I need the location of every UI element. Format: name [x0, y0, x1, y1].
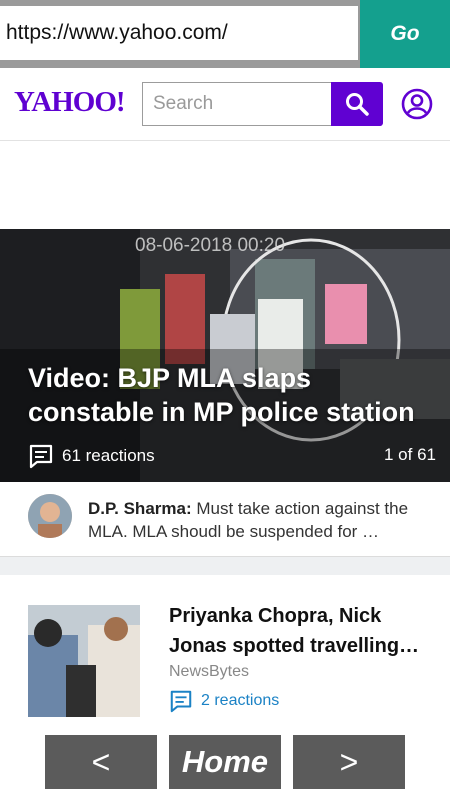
browser-toolbar: https://www.yahoo.com/ Go: [0, 0, 450, 68]
article-title[interactable]: Priyanka Chopra, Nick Jonas spotted trav…: [169, 601, 429, 661]
url-input[interactable]: https://www.yahoo.com/: [0, 6, 358, 60]
hero-timestamp-overlay: 08-06-2018 00:20: [135, 235, 285, 256]
comment-text: D.P. Sharma: Must take action against th…: [88, 497, 438, 543]
comment-bubble-icon: [29, 444, 53, 469]
site-header: YAHOO! Search: [0, 68, 450, 141]
commenter-avatar: [28, 494, 72, 538]
search-icon: [346, 93, 369, 116]
article-source: NewsBytes: [169, 663, 250, 680]
comment-bubble-icon: [170, 690, 192, 713]
article-reactions[interactable]: 2 reactions: [169, 689, 279, 713]
back-button[interactable]: <: [45, 735, 157, 789]
top-comment[interactable]: D.P. Sharma: Must take action against th…: [0, 482, 450, 557]
hero-story[interactable]: 08-06-2018 00:20 Video: BJP MLA slaps co…: [0, 229, 450, 482]
forward-button[interactable]: >: [293, 735, 405, 789]
home-button[interactable]: Home: [169, 735, 281, 789]
go-button[interactable]: Go: [360, 0, 450, 68]
comment-author: D.P. Sharma:: [88, 499, 192, 518]
yahoo-logo[interactable]: YAHOO!: [14, 86, 126, 119]
hero-title[interactable]: Video: BJP MLA slaps constable in MP pol…: [28, 361, 438, 429]
slide-counter: 1 of 61: [384, 445, 436, 464]
hero-reactions[interactable]: 61 reactions: [28, 443, 155, 469]
article-thumbnail: [28, 605, 140, 717]
article-reactions-label: 2 reactions: [201, 692, 280, 709]
search-input[interactable]: Search: [142, 82, 332, 126]
search-button[interactable]: [331, 82, 383, 126]
section-divider: [0, 557, 450, 575]
user-account-icon[interactable]: [401, 88, 433, 120]
hero-reactions-label: 61 reactions: [62, 446, 155, 465]
